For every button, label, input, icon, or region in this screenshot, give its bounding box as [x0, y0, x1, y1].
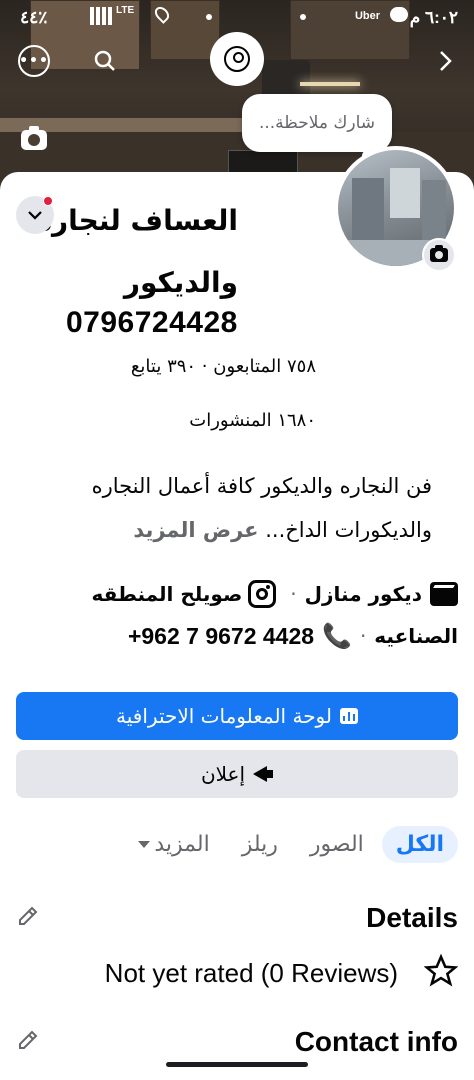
separator: ·: [359, 624, 367, 648]
status-bar: ٦:٠٢ م Uber LTE ٪٤٤: [0, 0, 474, 34]
rating-text: Not yet rated (0 Reviews): [104, 957, 398, 988]
tab-all[interactable]: الكل: [381, 826, 458, 863]
tab-reels[interactable]: ريلز: [228, 826, 292, 863]
clapperboard-icon: [430, 582, 458, 606]
location-icon: [152, 4, 172, 24]
signal-icon: [90, 7, 112, 25]
more-dots-icon: •••: [19, 53, 49, 69]
details-heading: Details: [366, 902, 458, 933]
notification-badge: [43, 196, 53, 206]
category-location-row: ديكور منازل · صويلح المنطقه: [91, 580, 458, 608]
separator: ·: [290, 582, 297, 606]
page-location-cont: الصناعيه: [374, 624, 458, 648]
page-phone-title: 0796724428: [66, 306, 238, 339]
pencil-icon: [19, 1030, 38, 1049]
location-phone-row: الصناعيه · 📞 +962 7 9672 4428: [128, 622, 458, 650]
share-note-bubble[interactable]: شارك ملاحظة...: [242, 94, 392, 152]
camera-icon: [21, 126, 47, 150]
notification-dot-icon: [300, 14, 306, 20]
edit-cover-button[interactable]: [16, 124, 52, 156]
content-tabs: الكل الصور ريلز المزيد: [124, 826, 458, 863]
notification-dot-icon: [206, 14, 212, 20]
page-bio: فن النجاره والديكور كافة أعمال النجاره و…: [12, 464, 432, 552]
instagram-icon[interactable]: [248, 580, 277, 608]
chevron-right-icon: [440, 51, 452, 71]
edit-contact-button[interactable]: [16, 1028, 44, 1056]
note-placeholder: شارك ملاحظة...: [258, 113, 376, 133]
followers-stats[interactable]: ٧٥٨ المتابعون · ٣٩٠ يتابع: [131, 356, 316, 377]
edit-avatar-button[interactable]: [422, 238, 456, 272]
battery-level: ٪٤٤: [20, 8, 48, 27]
edit-details-button[interactable]: [16, 904, 44, 932]
cover-oven: [228, 150, 298, 174]
message-icon: [390, 7, 408, 22]
caret-down-icon: [138, 841, 151, 848]
rating-row[interactable]: Not yet rated (0 Reviews): [104, 953, 459, 992]
more-options-button[interactable]: •••: [18, 45, 50, 77]
page-location: صويلح المنطقه: [91, 582, 243, 606]
search-icon: [94, 50, 115, 71]
see-more-link[interactable]: عرض المزيد: [133, 518, 258, 542]
contact-info-heading: Contact info: [294, 1026, 458, 1057]
cover-hood: [262, 60, 310, 98]
cover-light: [300, 82, 360, 86]
tab-more-label: المزيد: [154, 832, 210, 857]
advertise-label: إعلان: [200, 762, 246, 786]
search-button[interactable]: [90, 46, 120, 76]
phone-icon: 📞: [322, 622, 352, 650]
network-type: LTE: [116, 5, 135, 16]
uber-notification-icon: Uber: [354, 10, 380, 22]
tab-photos[interactable]: الصور: [296, 826, 378, 863]
switch-profile-button[interactable]: [210, 32, 264, 86]
status-time: ٦:٠٢ م: [409, 8, 458, 27]
tab-more[interactable]: المزيد: [124, 826, 223, 863]
advertise-button[interactable]: إعلان: [16, 750, 458, 798]
back-button[interactable]: [430, 46, 460, 76]
camera-icon: [430, 245, 448, 262]
posts-count: ١٦٨٠ المنشورات: [189, 410, 316, 431]
home-indicator[interactable]: [166, 1062, 308, 1067]
star-icon: [423, 953, 459, 992]
account-switch-button[interactable]: [16, 196, 54, 234]
megaphone-icon: [253, 766, 274, 782]
chevron-down-icon: [28, 211, 42, 220]
dashboard-label: لوحة المعلومات الاحترافية: [116, 704, 332, 728]
profile-icon: [224, 46, 250, 72]
dashboard-icon: [339, 708, 358, 724]
professional-dashboard-button[interactable]: لوحة المعلومات الاحترافية: [16, 692, 458, 740]
pencil-icon: [19, 906, 38, 925]
contact-phone[interactable]: +962 7 9672 4428: [128, 623, 314, 650]
page-category: ديكور منازل: [304, 582, 422, 606]
